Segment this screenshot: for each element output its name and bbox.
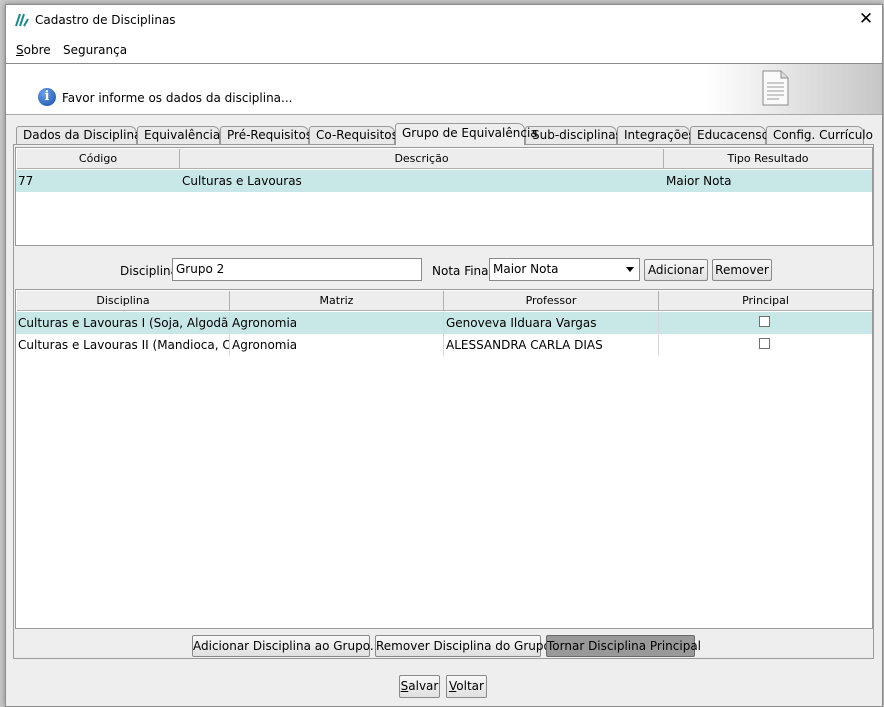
app-logo-icon	[15, 13, 29, 27]
tab-panel-grupo-de-equivalencia: Código Descrição Tipo Resultado 77 Cultu…	[13, 144, 874, 659]
column-header-disciplina[interactable]: Disciplina	[17, 291, 230, 311]
column-header-codigo[interactable]: Código	[17, 149, 180, 169]
principal-checkbox[interactable]	[759, 316, 770, 327]
table-row[interactable]: Culturas e Lavouras II (Mandioca, Café..…	[16, 334, 872, 356]
voltar-label: oltar	[456, 679, 484, 693]
table-row[interactable]: 77 Culturas e Lavouras Maior Nota	[16, 170, 872, 192]
cell-codigo: 77	[18, 174, 34, 188]
column-header-matriz[interactable]: Matriz	[230, 291, 444, 311]
groups-table[interactable]: Código Descrição Tipo Resultado 77 Cultu…	[15, 147, 873, 246]
add-discipline-to-group-button[interactable]: Adicionar Disciplina ao Grupo...	[192, 635, 381, 657]
tab-grupo-de-equivalencia[interactable]: Grupo de Equivalência	[395, 123, 538, 145]
menu-seguranca[interactable]: Segurança	[63, 43, 127, 57]
table-row[interactable]: Culturas e Lavouras I (Soja, Algodão e .…	[16, 312, 872, 334]
cell-disciplina: Culturas e Lavouras I (Soja, Algodão e .…	[16, 312, 230, 334]
tab-sub-disciplinas[interactable]: Sub-disciplinas	[525, 126, 622, 144]
cell-professor: Genoveva Ilduara Vargas	[444, 312, 659, 334]
info-icon: i	[38, 88, 56, 106]
nota-final-label: Nota Final:	[432, 264, 496, 278]
cell-tipo-resultado: Maior Nota	[666, 174, 732, 188]
salvar-button[interactable]: Salvar	[399, 675, 440, 698]
cell-descricao: Culturas e Lavouras	[182, 174, 302, 188]
title-bar: Cadastro de Disciplinas ✕	[6, 5, 882, 35]
nota-final-value: Maior Nota	[493, 262, 559, 276]
tab-equivalencias[interactable]: Equivalências	[137, 126, 226, 144]
window-title: Cadastro de Disciplinas	[35, 13, 176, 27]
remover-button[interactable]: Remover	[712, 259, 772, 281]
menu-sobre-label: obre	[23, 43, 51, 57]
menu-sobre[interactable]: Sobre	[16, 43, 51, 57]
column-header-principal[interactable]: Principal	[659, 291, 872, 311]
make-principal-discipline-button[interactable]: Tornar Disciplina Principal	[546, 635, 701, 657]
chevron-down-icon	[626, 267, 634, 272]
cell-matriz: Agronomia	[230, 334, 444, 356]
document-icon	[762, 70, 789, 106]
disciplina-label: Disciplina	[120, 264, 179, 278]
tab-co-requisitos[interactable]: Co-Requisitos	[309, 126, 398, 144]
tab-educacenso[interactable]: Educacenso	[690, 126, 769, 144]
tab-config-curriculo[interactable]: Config. Currículo	[766, 126, 873, 144]
nota-final-select[interactable]: Maior Nota	[489, 258, 640, 281]
cell-professor: ALESSANDRA CARLA DIAS	[444, 334, 659, 356]
column-header-descricao[interactable]: Descrição	[180, 149, 664, 169]
voltar-button[interactable]: Voltar	[446, 675, 487, 698]
column-header-tipo-resultado[interactable]: Tipo Resultado	[664, 149, 872, 169]
remove-discipline-from-group-button[interactable]: Remover Disciplina do Grupo	[375, 635, 551, 657]
disciplina-input[interactable]: Grupo 2	[172, 258, 422, 281]
cell-matriz: Agronomia	[230, 312, 444, 334]
tab-strip: Dados da Disciplina Equivalências Pré-Re…	[16, 123, 876, 145]
menu-bar: Sobre Segurança	[6, 35, 882, 64]
tab-pre-requisitos[interactable]: Pré-Requisitos	[220, 126, 312, 144]
salvar-label: alvar	[408, 679, 439, 693]
dialog-window: Cadastro de Disciplinas ✕ Sobre Seguranç…	[5, 4, 883, 707]
menu-sobre-mnemonic: S	[16, 43, 24, 57]
close-icon: ✕	[858, 9, 874, 29]
info-banner: i Favor informe os dados da disciplina..…	[6, 64, 882, 115]
tab-integracoes[interactable]: Integrações	[617, 126, 695, 144]
principal-checkbox[interactable]	[759, 338, 770, 349]
tab-dados-da-disciplina[interactable]: Dados da Disciplina	[16, 126, 141, 144]
adicionar-button[interactable]: Adicionar	[644, 259, 708, 281]
close-button[interactable]: ✕	[850, 5, 882, 35]
disciplinas-table[interactable]: Disciplina Matriz Professor Principal Cu…	[15, 289, 873, 629]
column-header-professor[interactable]: Professor	[444, 291, 659, 311]
info-message: Favor informe os dados da disciplina...	[62, 91, 293, 105]
cell-disciplina: Culturas e Lavouras II (Mandioca, Café..…	[16, 334, 230, 356]
